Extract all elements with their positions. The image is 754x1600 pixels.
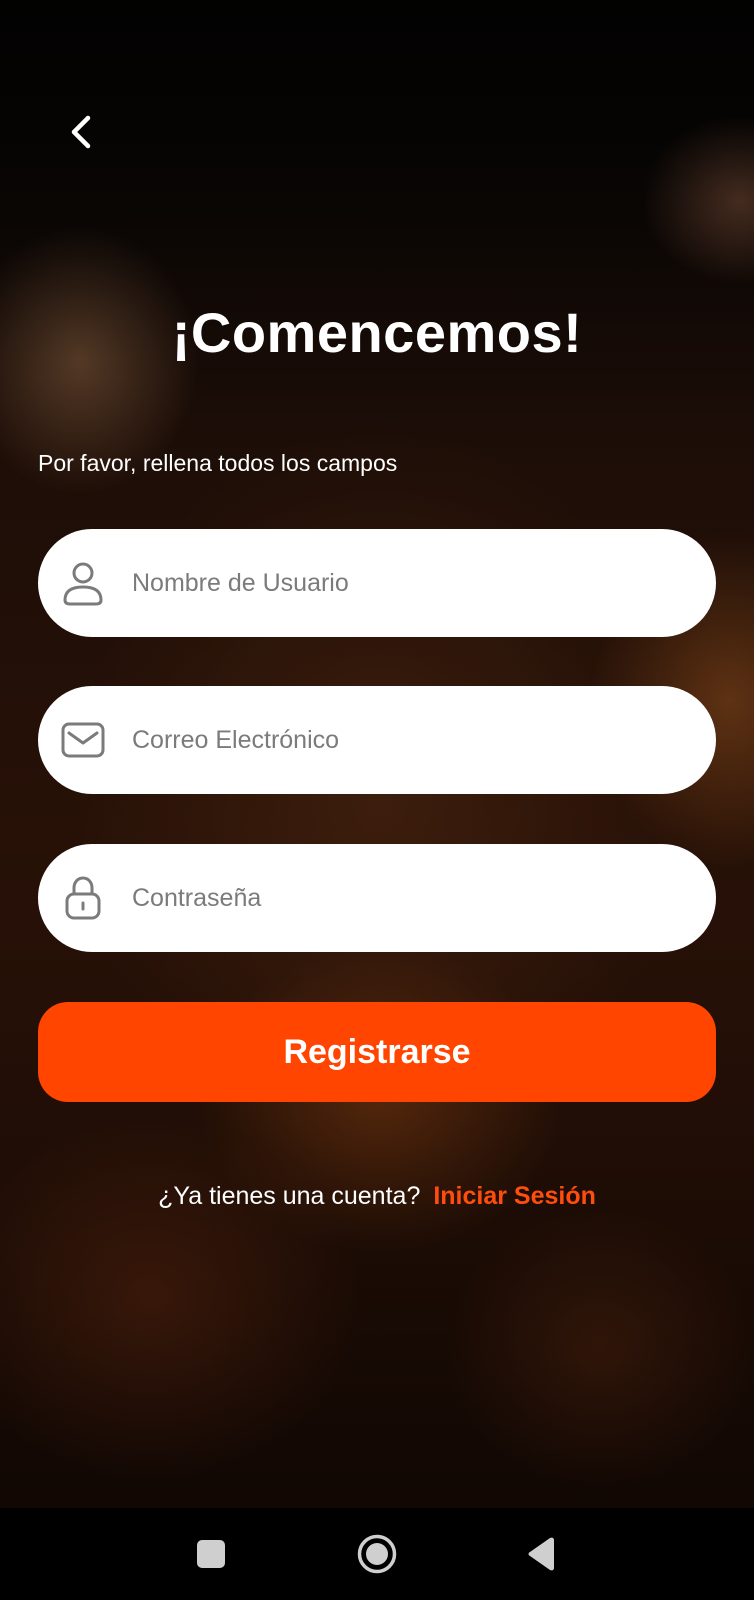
- square-icon: [197, 1540, 225, 1568]
- triangle-back-icon: [528, 1537, 554, 1571]
- username-input[interactable]: [130, 552, 674, 614]
- circle-icon: [357, 1534, 397, 1574]
- login-prompt-row: ¿Ya tienes una cuenta? Iniciar Sesión: [0, 1182, 754, 1211]
- chevron-left-icon: [71, 115, 91, 149]
- system-navigation-bar: [0, 1508, 754, 1600]
- login-prompt-text: ¿Ya tienes una cuenta?: [158, 1182, 421, 1210]
- email-input[interactable]: [130, 709, 674, 771]
- register-button[interactable]: Registrarse: [38, 1002, 716, 1102]
- page-title: ¡Comencemos!: [171, 301, 583, 364]
- login-link[interactable]: Iniciar Sesión: [433, 1182, 596, 1210]
- recents-button[interactable]: [171, 1508, 251, 1600]
- user-icon: [60, 560, 106, 606]
- system-back-button[interactable]: [502, 1508, 582, 1600]
- signup-screen: ¡Comencemos! Por favor, rellena todos lo…: [0, 0, 754, 1600]
- mail-icon: [60, 717, 106, 763]
- password-input[interactable]: [130, 867, 674, 929]
- page-subtitle: Por favor, rellena todos los campos: [38, 450, 398, 476]
- username-field[interactable]: [38, 529, 716, 637]
- lock-icon: [60, 875, 106, 921]
- home-button[interactable]: [337, 1508, 417, 1600]
- email-field[interactable]: [38, 686, 716, 794]
- password-field[interactable]: [38, 844, 716, 952]
- back-button[interactable]: [58, 108, 106, 156]
